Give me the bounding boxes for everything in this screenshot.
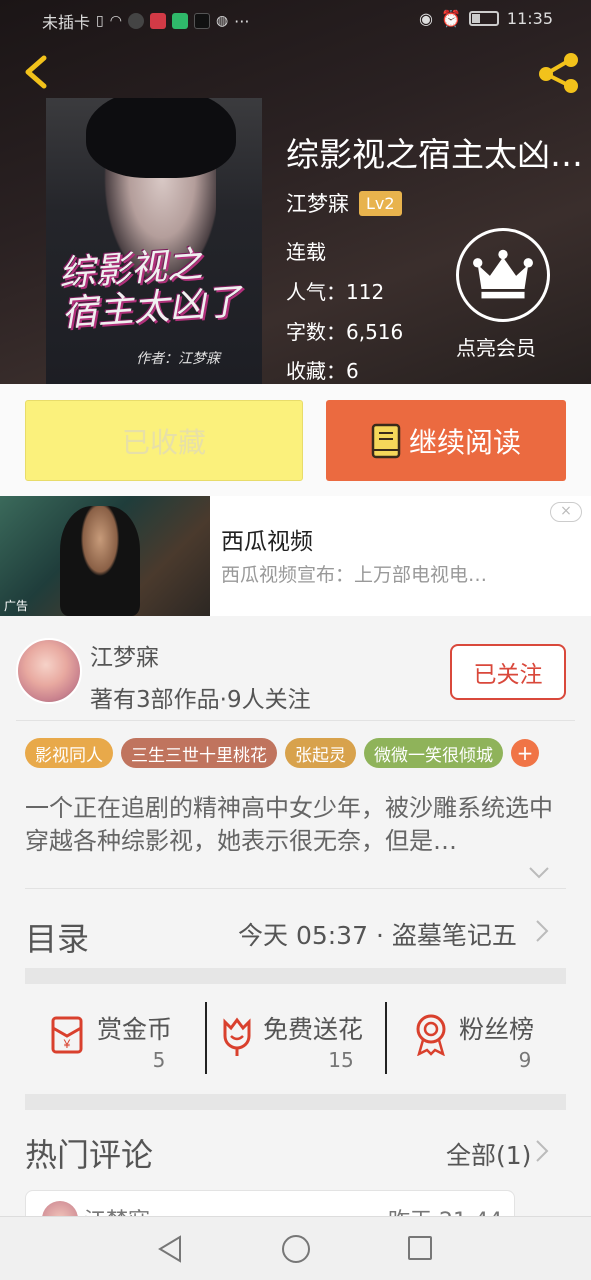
level-badge: Lv2	[359, 190, 402, 216]
ad-tag: 广告	[4, 599, 29, 613]
app-icon-3	[171, 13, 188, 29]
medal-icon	[416, 1014, 446, 1056]
ad-image[interactable]: 广告	[0, 496, 210, 616]
book-header: 未插卡 ▯ ◠ ◍ ··· ◉ ⏰ 11:35 综影视之 宿主太凶了 作者：江梦…	[0, 0, 591, 384]
tag-item[interactable]: 影视同人	[25, 738, 113, 768]
section-separator	[25, 1094, 566, 1110]
favorited-button[interactable]: 已收藏	[25, 400, 303, 481]
author-card-name[interactable]: 江梦寐	[90, 638, 159, 672]
eye-icon: ◉	[419, 9, 433, 28]
reward-flowers[interactable]: 免费送花 15	[215, 998, 385, 1082]
system-nav-bar	[0, 1216, 591, 1280]
chevron-right-icon[interactable]	[535, 919, 549, 943]
more-dots: ···	[234, 11, 250, 31]
follow-button[interactable]: 已关注	[450, 644, 566, 700]
ad-description[interactable]: 西瓜视频宣布：上万部电视电…	[221, 560, 487, 587]
back-arrow-icon[interactable]	[18, 52, 58, 92]
ad-banner[interactable]: 广告 西瓜视频 西瓜视频宣布：上万部电视电… ×	[0, 496, 591, 616]
action-bar: 已收藏 继续阅读	[0, 384, 591, 496]
book-icon	[371, 423, 401, 458]
flower-icon	[223, 1017, 251, 1056]
app-icon-2	[149, 13, 166, 29]
divider	[385, 1002, 387, 1074]
nav-home-icon[interactable]	[282, 1235, 310, 1263]
share-icon[interactable]	[534, 50, 582, 96]
cover-title: 综影视之 宿主太凶了	[57, 244, 243, 335]
continue-reading-button[interactable]: 继续阅读	[326, 400, 566, 481]
battery-icon	[468, 11, 499, 26]
word-count-value: 6,516	[346, 320, 404, 344]
reward-value: 15	[328, 1048, 354, 1072]
status-right: ◉ ⏰ 11:35	[419, 9, 553, 28]
red-envelope-icon: ¥	[51, 1016, 83, 1054]
hot-comments-title: 热门评论	[25, 1136, 154, 1174]
cover-hair	[86, 98, 236, 178]
sim-icon: ▯	[96, 13, 104, 29]
section-separator	[25, 968, 566, 984]
favorites-row: 收藏：6	[286, 359, 359, 383]
more-tags-button[interactable]: +	[511, 739, 539, 767]
author-avatar[interactable]	[16, 638, 82, 704]
nav-back-icon[interactable]	[158, 1235, 182, 1263]
wifi-icon: ◠	[109, 13, 122, 29]
alarm-icon: ⏰	[440, 9, 461, 28]
reward-label: 赏金币	[97, 1015, 173, 1044]
all-comments-link[interactable]: 全部(1)	[446, 1136, 531, 1172]
vip-label[interactable]: 点亮会员	[456, 332, 556, 361]
latest-chapter[interactable]: 今天 05:37 · 盗墓笔记五	[238, 916, 517, 952]
tag-list: 影视同人 三生三世十里桃花 张起灵 微微一笑很倾城 +	[25, 738, 539, 768]
continue-reading-label: 继续阅读	[408, 425, 521, 459]
reward-value: 9	[518, 1048, 532, 1072]
divider	[25, 888, 566, 889]
book-title: 综影视之宿主太凶…	[286, 135, 583, 174]
app-icon-1	[127, 13, 144, 29]
ad-close-button[interactable]: ×	[550, 502, 582, 522]
ad-title[interactable]: 西瓜视频	[221, 522, 313, 556]
chevron-down-icon[interactable]	[528, 866, 550, 880]
divider	[16, 720, 575, 721]
reward-row: ¥ 赏金币 5 免费送花 15 粉丝榜 9	[25, 998, 566, 1082]
author-card-stats: 著有3部作品·9人关注	[90, 687, 311, 713]
favorites-value: 6	[346, 359, 359, 383]
author-row: 江梦寐 Lv2	[286, 188, 402, 218]
follow-label: 已关注	[473, 662, 543, 688]
author-name[interactable]: 江梦寐	[286, 188, 349, 218]
divider	[205, 1002, 207, 1074]
ad-person	[60, 506, 140, 616]
serial-status: 连载	[286, 240, 326, 264]
nav-recent-icon[interactable]	[408, 1236, 432, 1260]
book-detail-page: 未插卡 ▯ ◠ ◍ ··· ◉ ⏰ 11:35 综影视之 宿主太凶了 作者：江梦…	[0, 0, 591, 1280]
crown-icon	[473, 249, 533, 299]
tiktok-icon	[193, 13, 210, 29]
reward-value: 5	[152, 1048, 166, 1072]
cover-author: 作者：江梦寐	[136, 351, 220, 367]
popularity-row: 人气：112	[286, 280, 385, 304]
vip-button[interactable]	[456, 228, 550, 322]
tag-item[interactable]: 微微一笑很倾城	[364, 738, 503, 768]
toc-title[interactable]: 目录	[25, 914, 89, 960]
status-left: 未插卡 ▯ ◠ ◍ ···	[42, 9, 249, 33]
book-detail-section: 江梦寐 著有3部作品·9人关注 已关注 影视同人 三生三世十里桃花 张起灵 微微…	[0, 616, 591, 1230]
tag-item[interactable]: 张起灵	[285, 738, 356, 768]
reward-label: 免费送花	[263, 1015, 364, 1044]
chevron-right-icon[interactable]	[535, 1139, 549, 1163]
status-bar: 未插卡 ▯ ◠ ◍ ··· ◉ ⏰ 11:35	[0, 0, 591, 40]
reward-coins[interactable]: ¥ 赏金币 5	[45, 998, 205, 1082]
reward-label: 粉丝榜	[459, 1015, 535, 1044]
svg-text:¥: ¥	[63, 1037, 71, 1051]
favorited-label: 已收藏	[121, 425, 206, 459]
fan-ranking[interactable]: 粉丝榜 9	[411, 998, 561, 1082]
word-count-row: 字数：6,516	[286, 320, 404, 344]
book-description[interactable]: 一个正在追剧的精神高中女少年，被沙雕系统选中穿越各种综影视，她表示很无奈，但是…	[25, 792, 570, 858]
globe-icon: ◍	[215, 13, 229, 29]
carrier-text: 未插卡	[42, 13, 91, 32]
book-cover[interactable]: 综影视之 宿主太凶了 作者：江梦寐	[46, 98, 262, 384]
popularity-value: 112	[346, 280, 385, 304]
tag-item[interactable]: 三生三世十里桃花	[121, 738, 277, 768]
clock-text: 11:35	[506, 9, 553, 28]
